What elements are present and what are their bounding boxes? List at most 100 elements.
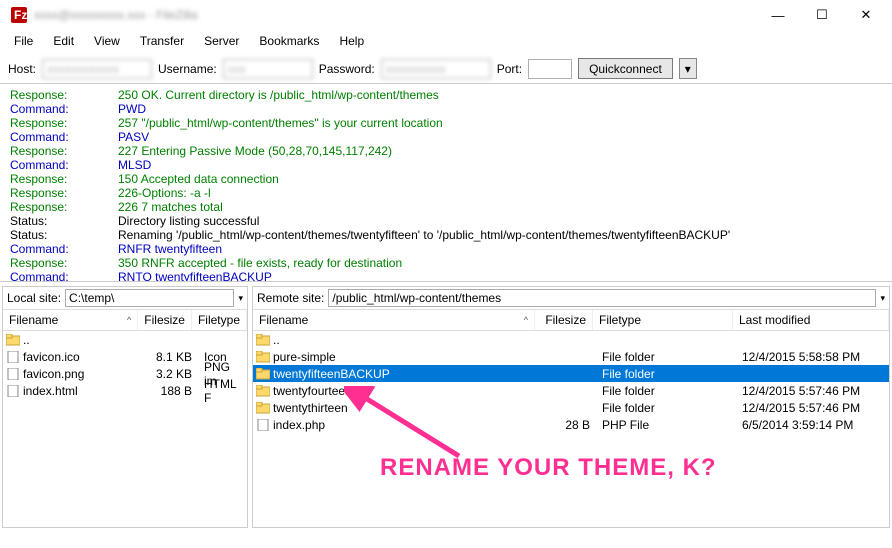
local-file-list[interactable]: ..favicon.ico8.1 KBIconfavicon.png3.2 KB…	[3, 331, 247, 527]
file-modified: 12/4/2015 5:57:46 PM	[736, 384, 886, 398]
svg-text:Fz: Fz	[14, 8, 27, 22]
menu-file[interactable]: File	[6, 32, 41, 50]
log-text: PWD	[118, 102, 146, 116]
file-name: favicon.png	[23, 367, 84, 381]
file-name: twentyfourteen	[273, 384, 352, 398]
log-text: 226-Options: -a -l	[118, 186, 211, 200]
remote-site-label: Remote site:	[257, 291, 324, 305]
menubar: FileEditViewTransferServerBookmarksHelp	[0, 30, 892, 52]
menu-transfer[interactable]: Transfer	[132, 32, 192, 50]
file-modified: 12/4/2015 5:58:58 PM	[736, 350, 886, 364]
host-label: Host:	[8, 62, 36, 76]
file-type: File folder	[596, 350, 736, 364]
file-size: 3.2 KB	[144, 367, 198, 381]
log-label: Response:	[10, 144, 118, 158]
menu-help[interactable]: Help	[331, 32, 372, 50]
file-size: 188 B	[144, 384, 198, 398]
chevron-down-icon[interactable]: ▾	[880, 293, 885, 304]
file-icon	[256, 419, 270, 431]
col-lastmodified[interactable]: Last modified	[733, 310, 889, 330]
port-label: Port:	[497, 62, 522, 76]
file-size: 28 B	[538, 418, 596, 432]
menu-edit[interactable]: Edit	[45, 32, 82, 50]
log-label: Response:	[10, 256, 118, 270]
file-size: 8.1 KB	[144, 350, 198, 364]
chevron-down-icon: ▾	[685, 62, 691, 76]
file-name: pure-simple	[273, 350, 336, 364]
log-label: Status:	[10, 214, 118, 228]
file-name: ..	[273, 333, 280, 347]
log-label: Response:	[10, 186, 118, 200]
log-text: 150 Accepted data connection	[118, 172, 279, 186]
titlebar: Fz xxxx@xxxxxxxxx.xxx - FileZilla — ☐ ✕	[0, 0, 892, 30]
remote-pane: Remote site: ▾ Filename^ Filesize Filety…	[252, 286, 890, 528]
table-row[interactable]: index.php28 BPHP File6/5/2014 3:59:14 PM	[253, 416, 889, 433]
log-text: RNFR twentyfifteen	[118, 242, 222, 256]
file-name: twentyfifteenBACKUP	[273, 367, 390, 381]
close-button[interactable]: ✕	[844, 1, 888, 29]
local-site-label: Local site:	[7, 291, 61, 305]
port-input[interactable]	[528, 59, 572, 79]
folder-icon	[256, 368, 270, 380]
file-name: twentythirteen	[273, 401, 348, 415]
menu-bookmarks[interactable]: Bookmarks	[251, 32, 327, 50]
password-input[interactable]	[381, 59, 491, 79]
log-text: 250 OK. Current directory is /public_htm…	[118, 88, 439, 102]
table-row[interactable]: index.html188 BHTML F	[3, 382, 247, 399]
table-row[interactable]: twentyfourteenFile folder12/4/2015 5:57:…	[253, 382, 889, 399]
log-label: Response:	[10, 116, 118, 130]
log-text: MLSD	[118, 158, 151, 172]
table-row[interactable]: ..	[3, 331, 247, 348]
menu-server[interactable]: Server	[196, 32, 247, 50]
log-label: Response:	[10, 200, 118, 214]
log-label: Command:	[10, 270, 118, 282]
remote-path-input[interactable]	[328, 289, 876, 307]
chevron-down-icon[interactable]: ▾	[238, 293, 243, 304]
maximize-button[interactable]: ☐	[800, 1, 844, 29]
window-title: xxxx@xxxxxxxxx.xxx - FileZilla	[34, 8, 198, 22]
password-label: Password:	[319, 62, 375, 76]
file-modified: 6/5/2014 3:59:14 PM	[736, 418, 886, 432]
file-icon	[6, 385, 20, 397]
folder-icon	[256, 402, 270, 414]
remote-file-list[interactable]: ..pure-simpleFile folder12/4/2015 5:58:5…	[253, 331, 889, 527]
file-type: File folder	[596, 401, 736, 415]
log-text: 226 7 matches total	[118, 200, 223, 214]
table-row[interactable]: twentythirteen File folder12/4/2015 5:57:…	[253, 399, 889, 416]
file-name: favicon.ico	[23, 350, 80, 364]
file-icon	[6, 368, 20, 380]
log-text: 227 Entering Passive Mode (50,28,70,145,…	[118, 144, 392, 158]
table-row[interactable]: ..	[253, 331, 889, 348]
log-text: 350 RNFR accepted - file exists, ready f…	[118, 256, 402, 270]
quickconnect-dropdown[interactable]: ▾	[679, 58, 697, 79]
local-path-input[interactable]	[65, 289, 234, 307]
log-panel[interactable]: Response:250 OK. Current directory is /p…	[0, 84, 892, 282]
table-row[interactable]: twentyfifteenBACKUPFile folder	[253, 365, 889, 382]
col-filesize[interactable]: Filesize	[138, 310, 192, 330]
log-label: Status:	[10, 228, 118, 242]
col-filename[interactable]: Filename^	[253, 310, 535, 330]
file-modified: 12/4/2015 5:57:46 PM	[736, 401, 886, 415]
quickconnect-button[interactable]: Quickconnect	[578, 58, 673, 79]
col-filetype[interactable]: Filetype	[593, 310, 733, 330]
host-input[interactable]	[42, 59, 152, 79]
log-label: Command:	[10, 130, 118, 144]
file-type: HTML F	[198, 377, 244, 405]
annotation-text: RENAME YOUR THEME, K?	[380, 454, 717, 482]
col-filesize[interactable]: Filesize	[535, 310, 593, 330]
table-row[interactable]: pure-simple File folder12/4/2015 5:58:58 …	[253, 348, 889, 365]
file-icon	[6, 351, 20, 363]
file-name: ..	[23, 333, 30, 347]
folder-icon	[256, 334, 270, 346]
log-label: Command:	[10, 158, 118, 172]
log-label: Command:	[10, 102, 118, 116]
username-input[interactable]	[223, 59, 313, 79]
col-filename[interactable]: Filename^	[3, 310, 138, 330]
minimize-button[interactable]: —	[756, 1, 800, 29]
menu-view[interactable]: View	[86, 32, 128, 50]
col-filetype[interactable]: Filetype	[192, 310, 247, 330]
log-text: RNTO twentyfifteenBACKUP	[118, 270, 272, 282]
log-text: Renaming '/public_html/wp-content/themes…	[118, 228, 730, 242]
folder-icon	[256, 385, 270, 397]
local-list-header: Filename^ Filesize Filetype	[3, 310, 247, 331]
